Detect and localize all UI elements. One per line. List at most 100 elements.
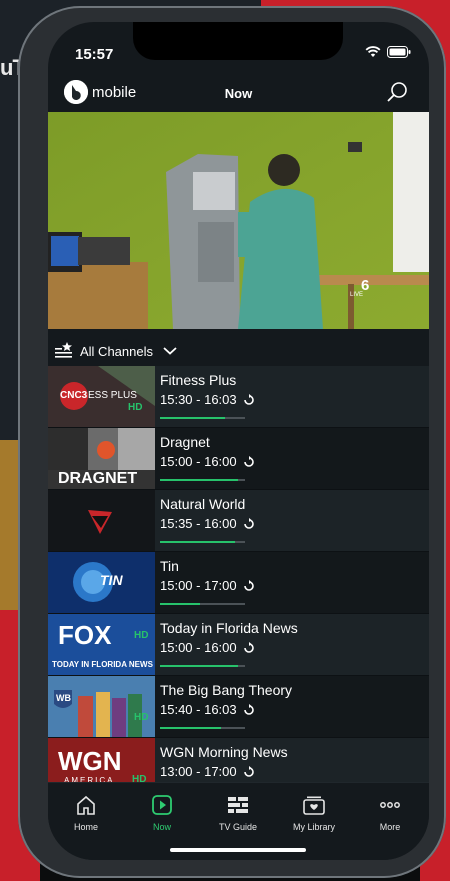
channel-info: Natural World 15:35 - 16:00 [160,496,420,531]
channel-list: CNC3 ESS PLUS HD Fitness Plus 15:30 - 16… [48,366,429,800]
program-time: 13:00 - 17:00 [160,764,420,779]
channel-logo-cnc3: CNC3 [60,390,88,401]
notch [133,22,343,60]
channel-logo-text: TIN [100,572,123,588]
channel-info: Dragnet 15:00 - 16:00 [160,434,420,469]
channel-thumbnail: FOX HD TODAY IN FLORIDA NEWS [48,614,155,675]
channel-row-today-in-florida-news[interactable]: FOX HD TODAY IN FLORIDA NEWS Today in Fl… [48,614,429,676]
tab-label: Home [73,822,98,832]
progress-bar [160,665,245,667]
program-title: Natural World [160,496,246,512]
wifi-icon [365,46,381,57]
program-time-text: 15:40 - 16:03 [160,702,237,717]
tab-label: My Library [292,822,335,832]
progress-fill [160,665,239,667]
program-time-text: 15:00 - 16:00 [160,640,237,655]
list-star-icon [54,341,74,362]
channel-logo-wb: WB [56,693,71,703]
channel-thumbnail: CNC3 ESS PLUS HD [48,366,155,427]
tab-now[interactable]: Now [124,793,200,832]
program-title: Today in Florida News [160,620,298,636]
channel-row-big-bang-theory[interactable]: WB HD The Big Bang Theory 15:40 - 16:03 [48,676,429,738]
channel-thumbnail: TIN [48,552,155,613]
play-icon [152,795,172,815]
guide-icon [228,797,248,813]
filter-label: All Channels [80,343,153,359]
channel-info: The Big Bang Theory 15:40 - 16:03 [160,682,420,717]
program-time: 15:00 - 16:00 [160,640,420,655]
status-icons [365,46,411,58]
tab-my-library[interactable]: My Library [276,793,352,832]
tab-label: More [379,822,401,832]
video-frame-scene: 6 [48,112,429,329]
tab-home[interactable]: Home [48,793,124,832]
channel-logo-fox: FOX [58,620,112,650]
replay-icon[interactable] [243,641,255,654]
replay-icon[interactable] [243,393,255,406]
progress-bar [160,727,245,729]
program-time: 15:30 - 16:03 [160,392,420,407]
library-icon [303,796,325,815]
channel-logo-text: DRAGNET [58,470,138,487]
channel-row-dragnet[interactable]: DRAGNET Dragnet 15:00 - 16:00 [48,428,429,490]
channel-thumbnail [48,490,155,551]
replay-icon[interactable] [243,579,255,592]
channel-info: Tin 15:00 - 17:00 [160,558,420,593]
tab-bar: Home Now TV Guide My Library More [48,782,429,860]
progress-fill [160,603,200,605]
replay-icon[interactable] [243,455,255,468]
chevron-down-icon [163,344,177,359]
channel-thumbnail: DRAGNET [48,428,155,489]
channel-info: Today in Florida News 15:00 - 16:00 [160,620,420,655]
progress-bar [160,417,245,419]
channel-filter[interactable]: All Channels [48,336,429,366]
search-icon [387,82,407,102]
tab-label: TV Guide [218,822,258,832]
tab-label: Now [152,822,171,832]
home-icon [77,795,95,815]
program-time: 15:40 - 16:03 [160,702,420,717]
tab-tv-guide[interactable]: TV Guide [200,793,276,832]
replay-icon[interactable] [243,517,255,530]
program-time-text: 15:35 - 16:00 [160,516,237,531]
search-button[interactable] [385,80,409,104]
home-indicator [170,848,306,852]
progress-bar [160,603,245,605]
program-time-text: 13:00 - 17:00 [160,764,237,779]
channel-logo-text: TODAY IN FLORIDA NEWS [52,660,153,669]
channel-row-fitness-plus[interactable]: CNC3 ESS PLUS HD Fitness Plus 15:30 - 16… [48,366,429,428]
channel-row-natural-world[interactable]: Natural World 15:35 - 16:00 [48,490,429,552]
replay-icon[interactable] [243,703,255,716]
hd-badge: HD [128,402,143,413]
program-title: Tin [160,558,179,574]
channel-info: WGN Morning News 13:00 - 17:00 [160,744,420,779]
more-icon [380,802,400,808]
status-time: 15:57 [75,46,114,63]
program-time: 15:00 - 17:00 [160,578,420,593]
program-title: WGN Morning News [160,744,288,760]
progress-fill [160,727,222,729]
app-screen: 15:57 mobile Now 6 LIVE All Channels CNC… [48,22,429,860]
channel-info: Fitness Plus 15:30 - 16:03 [160,372,420,407]
replay-icon[interactable] [243,765,255,778]
channel-logo-text: ESS PLUS [88,390,137,401]
channel-row-tin[interactable]: TIN Tin 15:00 - 17:00 [48,552,429,614]
program-time-text: 15:00 - 17:00 [160,578,237,593]
app-header: mobile Now [48,77,429,115]
program-time: 15:35 - 16:00 [160,516,420,531]
program-time: 15:00 - 16:00 [160,454,420,469]
progress-fill [160,541,235,543]
program-time-text: 15:00 - 16:00 [160,454,237,469]
hd-badge: HD [134,712,149,723]
progress-fill [160,479,239,481]
video-player[interactable]: 6 LIVE [48,112,429,329]
program-title: Fitness Plus [160,372,237,388]
program-time-text: 15:30 - 16:03 [160,392,237,407]
progress-bar [160,541,245,543]
hd-badge: HD [134,630,149,641]
tab-more[interactable]: More [352,793,428,832]
channel-thumbnail: WB HD [48,676,155,737]
battery-icon [387,46,411,58]
live-watermark: LIVE [350,292,364,298]
progress-fill [160,417,225,419]
